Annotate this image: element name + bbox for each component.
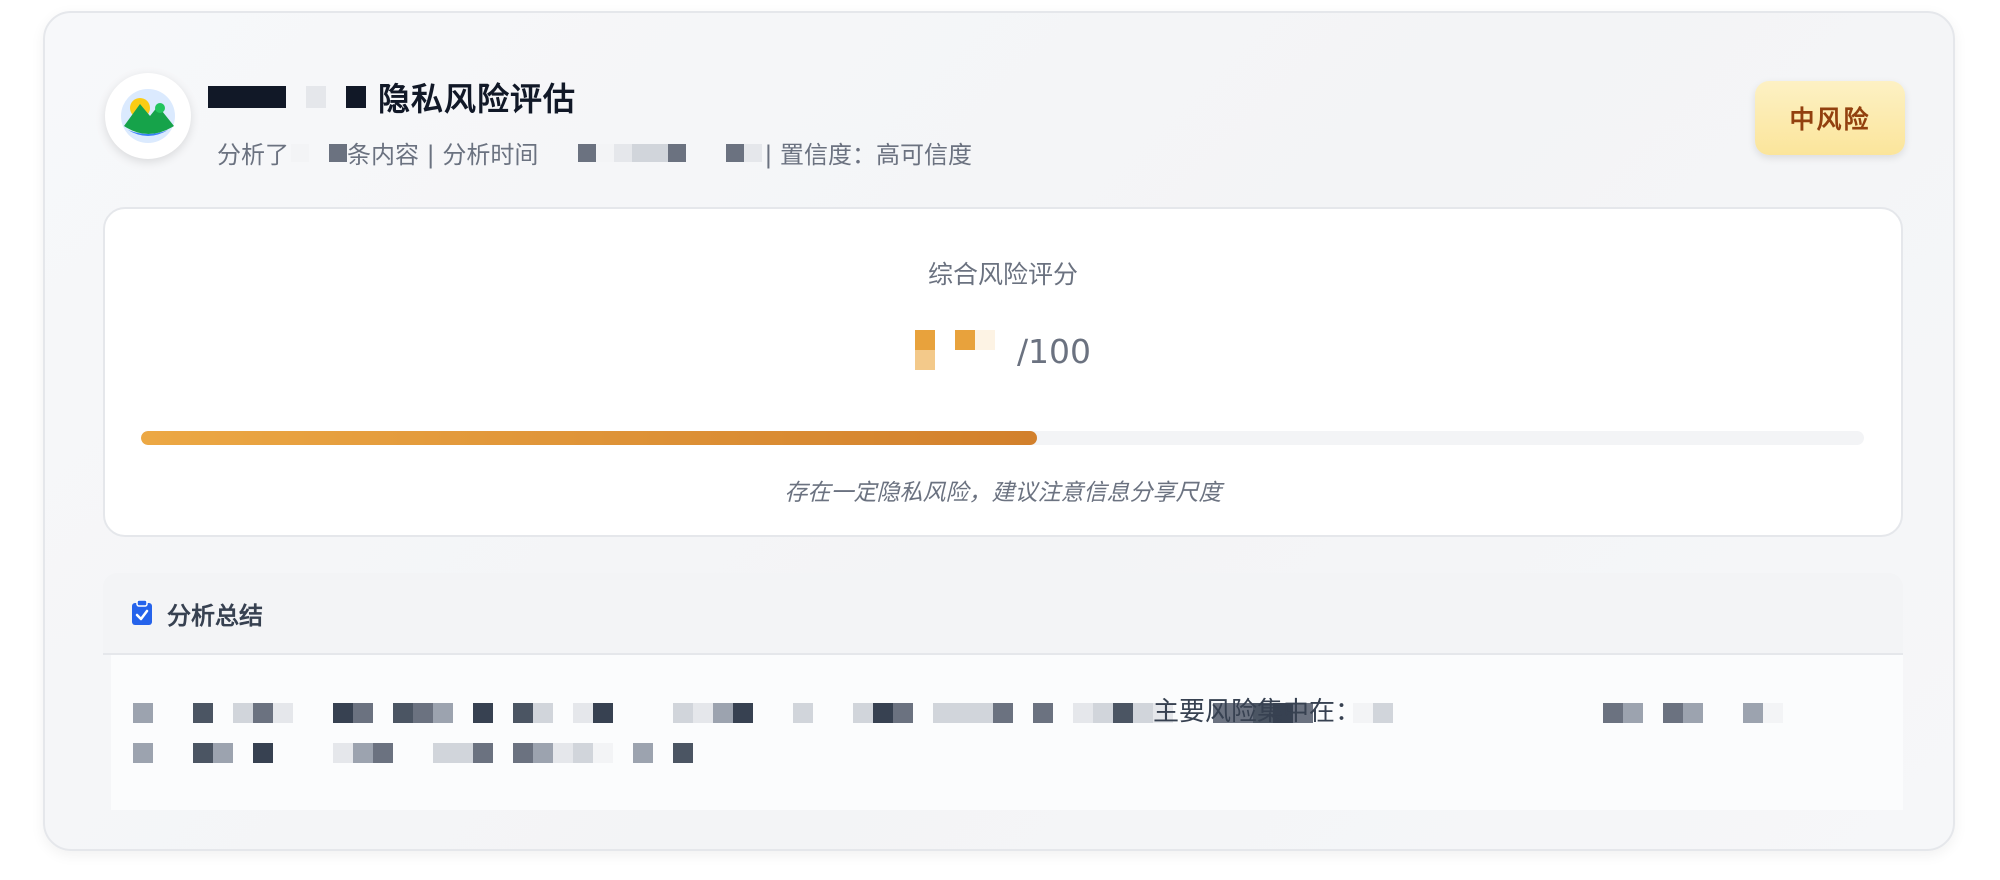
risk-level-badge: 中风险 <box>1755 81 1905 155</box>
landscape-avatar-icon <box>121 89 175 143</box>
summary-line-redacted <box>133 743 1893 763</box>
redacted-name <box>208 86 286 108</box>
redacted-name <box>346 86 366 108</box>
redacted-count <box>291 143 309 162</box>
summary-body: 主要风险集中在： <box>111 655 1903 810</box>
score-row: /100 <box>105 327 1901 375</box>
risk-report-card: 隐私风险评估 分析了 条内容 | 分析时间 | 置信度：高可信度 中风险 综合风… <box>43 11 1955 851</box>
score-label: 综合风险评分 <box>927 260 1078 289</box>
avatar <box>105 73 191 159</box>
clipboard-check-icon <box>131 600 153 626</box>
report-title: 隐私风险评估 <box>378 80 577 118</box>
count-suffix: 条内容 | 分析时间 <box>347 141 539 169</box>
summary-line-redacted <box>133 703 1893 723</box>
risk-focus-label: 主要风险集中在： <box>1153 697 1362 727</box>
redacted-timestamp <box>578 143 763 162</box>
summary-header: 分析总结 <box>103 573 1903 655</box>
score-note: 存在一定隐私风险，建议注意信息分享尺度 <box>784 480 1222 506</box>
confidence-text: | 置信度：高可信度 <box>764 141 973 169</box>
redacted-name <box>306 86 326 108</box>
report-title-row: 隐私风险评估 <box>208 75 576 119</box>
redacted-count <box>329 143 347 162</box>
analyzed-prefix: 分析了 <box>217 141 289 169</box>
score-panel: 综合风险评分 /100 存在一定隐私风险，建议注意信息分享尺度 <box>103 207 1903 537</box>
score-progress-bar <box>141 431 1864 445</box>
redacted-score <box>914 330 995 372</box>
score-progress-fill <box>141 431 1037 445</box>
summary-title: 分析总结 <box>167 601 263 630</box>
score-max: /100 <box>1016 331 1092 371</box>
report-subtitle: 分析了 条内容 | 分析时间 | 置信度：高可信度 <box>217 135 972 170</box>
